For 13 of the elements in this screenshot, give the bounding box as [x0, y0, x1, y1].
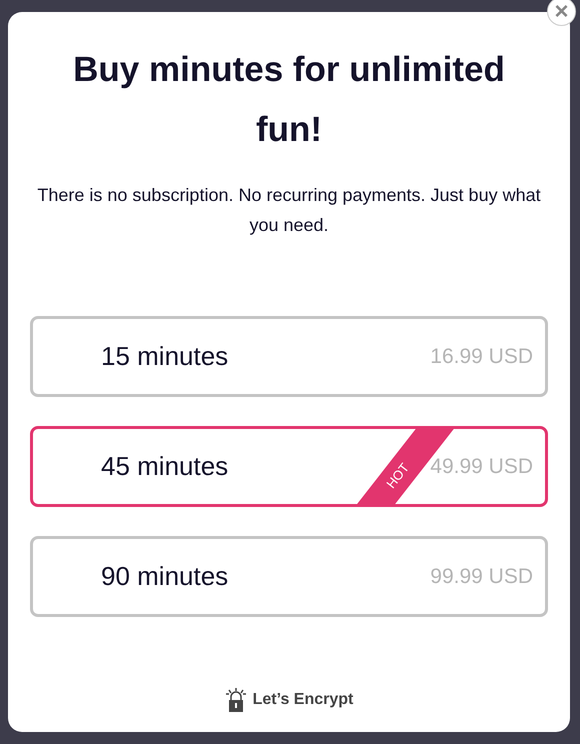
plan-price: 49.99 USD [430, 454, 533, 480]
padlock-icon [224, 688, 247, 712]
plan-duration: 90 minutes [101, 560, 228, 593]
plan-price: 99.99 USD [430, 564, 533, 590]
plan-option[interactable]: 15 minutes 16.99 USD [30, 316, 548, 397]
modal-subtitle: There is no subscription. No recurring payments. Just buy what you need. [36, 184, 542, 237]
plan-duration: 15 minutes [101, 340, 228, 373]
plan-price: 16.99 USD [430, 344, 533, 370]
lets-encrypt-label: Let’s Encrypt [252, 690, 354, 710]
plan-option[interactable]: 90 minutes 99.99 USD [30, 536, 548, 617]
close-button[interactable]: × [547, 0, 576, 26]
modal-title: Buy minutes for unlimited fun! [72, 49, 506, 151]
plan-duration: 45 minutes [101, 450, 228, 483]
